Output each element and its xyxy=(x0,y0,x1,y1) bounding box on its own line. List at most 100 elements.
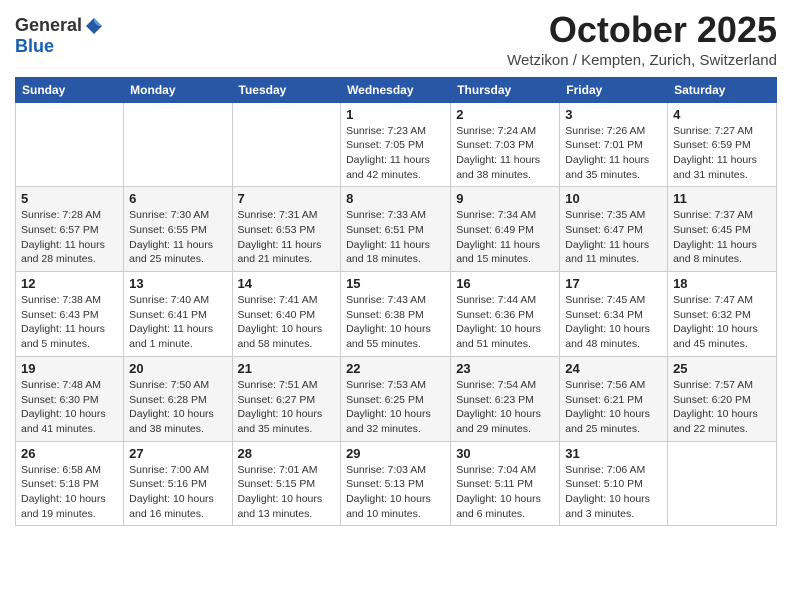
day-number: 29 xyxy=(346,446,445,461)
day-number: 5 xyxy=(21,191,118,206)
day-number: 20 xyxy=(129,361,226,376)
day-info: Sunrise: 7:41 AM Sunset: 6:40 PM Dayligh… xyxy=(238,293,336,352)
day-number: 22 xyxy=(346,361,445,376)
day-number: 21 xyxy=(238,361,336,376)
calendar-cell: 28 Sunrise: 7:01 AM Sunset: 5:15 PM Dayli… xyxy=(232,441,341,526)
day-info: Sunrise: 7:38 AM Sunset: 6:43 PM Dayligh… xyxy=(21,293,118,352)
calendar-cell xyxy=(124,102,232,187)
day-number: 7 xyxy=(238,191,336,206)
col-header-sunday: Sunday xyxy=(16,77,124,102)
calendar-cell xyxy=(16,102,124,187)
day-number: 8 xyxy=(346,191,445,206)
day-info: Sunrise: 7:45 AM Sunset: 6:34 PM Dayligh… xyxy=(565,293,662,352)
calendar-cell: 19Sunrise: 7:48 AM Sunset: 6:30 PM Dayli… xyxy=(16,356,124,441)
col-header-friday: Friday xyxy=(560,77,668,102)
location-title: Wetzikon / Kempten, Zurich, Switzerland xyxy=(507,52,777,69)
day-info: Sunrise: 7:51 AM Sunset: 6:27 PM Dayligh… xyxy=(238,378,336,437)
logo-blue-text: Blue xyxy=(15,36,54,56)
calendar-cell: 27Sunrise: 7:00 AM Sunset: 5:16 PM Dayli… xyxy=(124,441,232,526)
day-number: 26 xyxy=(21,446,118,461)
day-info: Sunrise: 7:03 AM Sunset: 5:13 PM Dayligh… xyxy=(346,463,445,522)
calendar-cell: 8 Sunrise: 7:33 AM Sunset: 6:51 PM Daylig… xyxy=(341,187,451,272)
day-info: Sunrise: 7:37 AM Sunset: 6:45 PM Dayligh… xyxy=(673,208,771,267)
calendar-cell: 13Sunrise: 7:40 AM Sunset: 6:41 PM Dayli… xyxy=(124,272,232,357)
day-number: 11 xyxy=(673,191,771,206)
day-info: Sunrise: 7:56 AM Sunset: 6:21 PM Dayligh… xyxy=(565,378,662,437)
logo: General Blue xyxy=(15,10,104,57)
day-number: 17 xyxy=(565,276,662,291)
day-number: 28 xyxy=(238,446,336,461)
day-info: Sunrise: 7:01 AM Sunset: 5:15 PM Dayligh… xyxy=(238,463,336,522)
col-header-wednesday: Wednesday xyxy=(341,77,451,102)
calendar-header-row: SundayMondayTuesdayWednesdayThursdayFrid… xyxy=(16,77,777,102)
calendar-cell: 17 Sunrise: 7:45 AM Sunset: 6:34 PM Dayli… xyxy=(560,272,668,357)
col-header-monday: Monday xyxy=(124,77,232,102)
day-number: 13 xyxy=(129,276,226,291)
calendar-cell: 21 Sunrise: 7:51 AM Sunset: 6:27 PM Dayli… xyxy=(232,356,341,441)
calendar-cell: 25Sunrise: 7:57 AM Sunset: 6:20 PM Dayli… xyxy=(668,356,777,441)
calendar-cell: 26 Sunrise: 6:58 AM Sunset: 5:18 PM Dayli… xyxy=(16,441,124,526)
day-number: 25 xyxy=(673,361,771,376)
title-block: October 2025 Wetzikon / Kempten, Zurich,… xyxy=(507,10,777,69)
calendar-week-3: 12 Sunrise: 7:38 AM Sunset: 6:43 PM Dayli… xyxy=(16,272,777,357)
day-info: Sunrise: 7:35 AM Sunset: 6:47 PM Dayligh… xyxy=(565,208,662,267)
day-number: 31 xyxy=(565,446,662,461)
calendar-cell: 14 Sunrise: 7:41 AM Sunset: 6:40 PM Dayli… xyxy=(232,272,341,357)
day-info: Sunrise: 6:58 AM Sunset: 5:18 PM Dayligh… xyxy=(21,463,118,522)
day-info: Sunrise: 7:04 AM Sunset: 5:11 PM Dayligh… xyxy=(456,463,554,522)
day-number: 15 xyxy=(346,276,445,291)
day-number: 24 xyxy=(565,361,662,376)
calendar-cell: 20 Sunrise: 7:50 AM Sunset: 6:28 PM Dayli… xyxy=(124,356,232,441)
day-number: 18 xyxy=(673,276,771,291)
page: General Blue October 2025 Wetzikon / Kem… xyxy=(0,0,792,612)
month-title: October 2025 xyxy=(507,10,777,50)
day-number: 9 xyxy=(456,191,554,206)
day-number: 2 xyxy=(456,107,554,122)
day-info: Sunrise: 7:24 AM Sunset: 7:03 PM Dayligh… xyxy=(456,124,554,183)
day-info: Sunrise: 7:44 AM Sunset: 6:36 PM Dayligh… xyxy=(456,293,554,352)
calendar-cell: 15 Sunrise: 7:43 AM Sunset: 6:38 PM Dayli… xyxy=(341,272,451,357)
calendar-cell: 18 Sunrise: 7:47 AM Sunset: 6:32 PM Dayli… xyxy=(668,272,777,357)
calendar-week-5: 26 Sunrise: 6:58 AM Sunset: 5:18 PM Dayli… xyxy=(16,441,777,526)
day-info: Sunrise: 7:27 AM Sunset: 6:59 PM Dayligh… xyxy=(673,124,771,183)
day-number: 16 xyxy=(456,276,554,291)
day-number: 3 xyxy=(565,107,662,122)
day-info: Sunrise: 7:30 AM Sunset: 6:55 PM Dayligh… xyxy=(129,208,226,267)
calendar-cell: 24 Sunrise: 7:56 AM Sunset: 6:21 PM Dayli… xyxy=(560,356,668,441)
day-info: Sunrise: 7:33 AM Sunset: 6:51 PM Dayligh… xyxy=(346,208,445,267)
calendar-cell: 29 Sunrise: 7:03 AM Sunset: 5:13 PM Dayli… xyxy=(341,441,451,526)
day-info: Sunrise: 7:50 AM Sunset: 6:28 PM Dayligh… xyxy=(129,378,226,437)
day-number: 30 xyxy=(456,446,554,461)
calendar-week-1: 1Sunrise: 7:23 AM Sunset: 7:05 PM Daylig… xyxy=(16,102,777,187)
logo-icon xyxy=(84,16,104,36)
day-number: 12 xyxy=(21,276,118,291)
day-info: Sunrise: 7:43 AM Sunset: 6:38 PM Dayligh… xyxy=(346,293,445,352)
day-number: 27 xyxy=(129,446,226,461)
day-number: 6 xyxy=(129,191,226,206)
calendar-week-2: 5 Sunrise: 7:28 AM Sunset: 6:57 PM Daylig… xyxy=(16,187,777,272)
calendar-cell: 10 Sunrise: 7:35 AM Sunset: 6:47 PM Dayli… xyxy=(560,187,668,272)
calendar-cell: 1Sunrise: 7:23 AM Sunset: 7:05 PM Daylig… xyxy=(341,102,451,187)
calendar-cell xyxy=(232,102,341,187)
day-number: 14 xyxy=(238,276,336,291)
calendar-cell: 30 Sunrise: 7:04 AM Sunset: 5:11 PM Dayli… xyxy=(451,441,560,526)
calendar-cell: 16 Sunrise: 7:44 AM Sunset: 6:36 PM Dayli… xyxy=(451,272,560,357)
calendar-cell: 31Sunrise: 7:06 AM Sunset: 5:10 PM Dayli… xyxy=(560,441,668,526)
day-number: 4 xyxy=(673,107,771,122)
day-info: Sunrise: 7:34 AM Sunset: 6:49 PM Dayligh… xyxy=(456,208,554,267)
calendar-cell: 3Sunrise: 7:26 AM Sunset: 7:01 PM Daylig… xyxy=(560,102,668,187)
calendar-cell: 23Sunrise: 7:54 AM Sunset: 6:23 PM Dayli… xyxy=(451,356,560,441)
calendar-cell: 2 Sunrise: 7:24 AM Sunset: 7:03 PM Daylig… xyxy=(451,102,560,187)
day-number: 10 xyxy=(565,191,662,206)
day-info: Sunrise: 7:23 AM Sunset: 7:05 PM Dayligh… xyxy=(346,124,445,183)
day-info: Sunrise: 7:53 AM Sunset: 6:25 PM Dayligh… xyxy=(346,378,445,437)
day-info: Sunrise: 7:47 AM Sunset: 6:32 PM Dayligh… xyxy=(673,293,771,352)
day-info: Sunrise: 7:28 AM Sunset: 6:57 PM Dayligh… xyxy=(21,208,118,267)
day-info: Sunrise: 7:31 AM Sunset: 6:53 PM Dayligh… xyxy=(238,208,336,267)
header: General Blue October 2025 Wetzikon / Kem… xyxy=(15,10,777,69)
calendar-cell xyxy=(668,441,777,526)
calendar-cell: 5 Sunrise: 7:28 AM Sunset: 6:57 PM Daylig… xyxy=(16,187,124,272)
calendar-cell: 4 Sunrise: 7:27 AM Sunset: 6:59 PM Daylig… xyxy=(668,102,777,187)
day-info: Sunrise: 7:54 AM Sunset: 6:23 PM Dayligh… xyxy=(456,378,554,437)
calendar-cell: 12 Sunrise: 7:38 AM Sunset: 6:43 PM Dayli… xyxy=(16,272,124,357)
